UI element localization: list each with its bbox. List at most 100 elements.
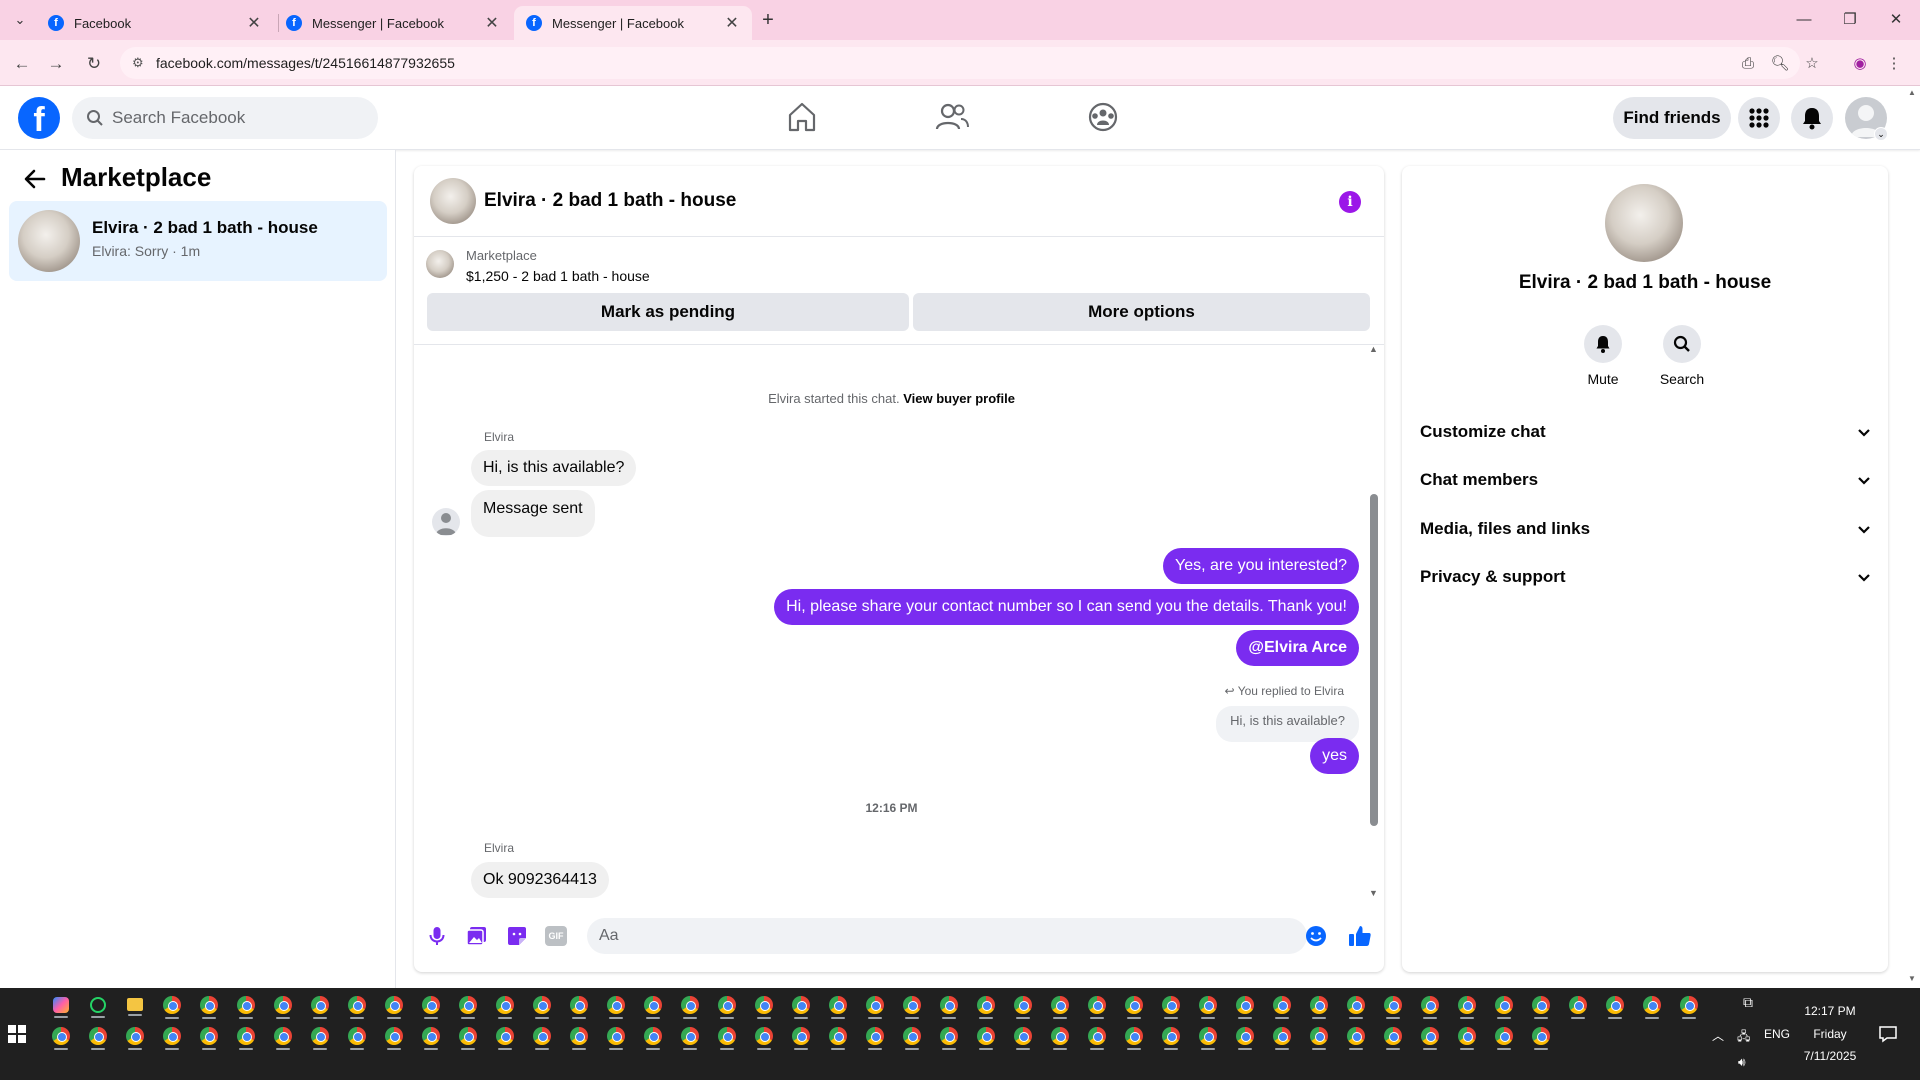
taskbar-chrome-icon[interactable] [1526, 994, 1556, 1020]
taskbar-chrome-icon[interactable] [971, 1025, 1001, 1051]
zoom-icon[interactable]: 🔍︎ [1766, 50, 1794, 78]
taskbar-chrome-icon[interactable] [453, 1025, 483, 1051]
profile-icon[interactable]: ◉ [1846, 50, 1874, 78]
find-friends-button[interactable]: Find friends [1613, 97, 1731, 139]
taskbar-chrome-icon[interactable] [157, 1025, 187, 1051]
taskbar-chrome-icon[interactable] [1156, 994, 1186, 1020]
page-scroll-down-arrow[interactable]: ▼ [1908, 974, 1916, 983]
taskbar-chrome-icon[interactable] [1008, 994, 1038, 1020]
taskbar-chrome-icon[interactable] [1378, 1025, 1408, 1051]
clock-day[interactable]: Friday [1790, 1027, 1870, 1041]
menu-grid-icon[interactable] [1738, 97, 1780, 139]
more-options-button[interactable]: More options [913, 293, 1370, 331]
taskbar-chrome-icon[interactable] [1489, 994, 1519, 1020]
quoted-message[interactable]: Hi, is this available? [1216, 706, 1359, 742]
scroll-down-arrow[interactable]: ▼ [1369, 888, 1378, 898]
taskbar-chrome-icon[interactable] [934, 994, 964, 1020]
taskbar-chrome-icon[interactable] [897, 1025, 927, 1051]
taskbar-chrome-icon[interactable] [1415, 994, 1445, 1020]
reload-icon[interactable]: ↻ [80, 50, 108, 78]
taskbar-chrome-icon[interactable] [305, 1025, 335, 1051]
taskbar-chrome-icon[interactable] [786, 994, 816, 1020]
taskbar-chrome-icon[interactable] [823, 1025, 853, 1051]
search-action[interactable]: Search [1647, 325, 1717, 387]
taskbar-copilot-icon[interactable] [46, 994, 76, 1020]
taskbar-chrome-icon[interactable] [1045, 994, 1075, 1020]
taskbar-chrome-icon[interactable] [527, 994, 557, 1020]
taskbar-chrome-icon[interactable] [564, 1025, 594, 1051]
listing-detail[interactable]: $1,250 - 2 bad 1 bath - house [466, 268, 650, 284]
taskbar-chrome-icon[interactable] [416, 994, 446, 1020]
taskbar-chrome-icon[interactable] [1193, 1025, 1223, 1051]
site-info-icon[interactable]: ⚙ [132, 55, 144, 71]
language-indicator[interactable]: ENG [1764, 1027, 1790, 1041]
sender-avatar[interactable] [432, 508, 460, 536]
taskbar-chrome-icon[interactable] [342, 1025, 372, 1051]
tab-list-button[interactable]: ⌄ [8, 8, 32, 32]
account-chevron-icon[interactable]: ⌄ [1874, 127, 1888, 141]
taskbar-chrome-icon[interactable] [1674, 994, 1704, 1020]
browser-tab-messenger-2[interactable]: f Messenger | Facebook ✕ [514, 6, 752, 40]
taskbar-chrome-icon[interactable] [268, 1025, 298, 1051]
mute-bell-icon[interactable] [1584, 325, 1622, 363]
bookmark-star-icon[interactable]: ☆ [1798, 50, 1826, 78]
taskbar-chrome-icon[interactable] [416, 1025, 446, 1051]
taskbar-chrome-icon[interactable] [897, 994, 927, 1020]
volume-icon[interactable]: 🔊︎ [1738, 1055, 1746, 1070]
taskbar-chrome-icon[interactable] [120, 1025, 150, 1051]
close-tab-icon[interactable]: ✕ [484, 13, 500, 33]
taskbar-chrome-icon[interactable] [1230, 1025, 1260, 1051]
section-media-files-links[interactable]: Media, files and links [1418, 508, 1874, 550]
taskbar-chrome-icon[interactable] [1119, 994, 1149, 1020]
taskbar-chrome-icon[interactable] [712, 994, 742, 1020]
clock-time[interactable]: 12:17 PM [1790, 1004, 1870, 1018]
new-tab-button[interactable]: + [756, 8, 780, 32]
taskbar-chrome-icon[interactable] [786, 1025, 816, 1051]
taskbar-chrome-icon[interactable] [1489, 1025, 1519, 1051]
taskbar-chrome-icon[interactable] [749, 1025, 779, 1051]
taskbar-chrome-icon[interactable] [1156, 1025, 1186, 1051]
taskbar-chrome-icon[interactable] [601, 1025, 631, 1051]
search-facebook-input[interactable]: Search Facebook [72, 97, 378, 139]
section-chat-members[interactable]: Chat members [1418, 459, 1874, 501]
browser-tab-facebook[interactable]: f Facebook ✕ [36, 6, 274, 40]
taskbar-chrome-icon[interactable] [860, 994, 890, 1020]
taskbar-chrome-icon[interactable] [1082, 994, 1112, 1020]
taskbar-chrome-icon[interactable] [453, 994, 483, 1020]
tray-overflow-icon[interactable]: ︿ [1712, 1027, 1724, 1044]
network-icon[interactable]: 🖧︎ [1737, 1027, 1750, 1048]
sticker-icon[interactable] [505, 924, 529, 948]
taskbar-chrome-icon[interactable] [1230, 994, 1260, 1020]
taskbar-chrome-icon[interactable] [1193, 994, 1223, 1020]
taskbar-chrome-icon[interactable] [564, 994, 594, 1020]
windows-start-icon[interactable] [8, 1025, 26, 1043]
scroll-up-arrow[interactable]: ▲ [1369, 344, 1378, 354]
outgoing-mention-message[interactable]: @Elvira Arce [1236, 630, 1359, 666]
message-input[interactable]: Aa [587, 918, 1307, 954]
taskbar-chrome-icon[interactable] [1637, 994, 1667, 1020]
taskbar-chrome-icon[interactable] [490, 994, 520, 1020]
taskbar-chrome-icon[interactable] [1526, 1025, 1556, 1051]
taskbar-chrome-icon[interactable] [268, 994, 298, 1020]
listing-thumbnail[interactable] [426, 250, 454, 278]
taskbar-chrome-icon[interactable] [1045, 1025, 1075, 1051]
taskbar-chrome-icon[interactable] [934, 1025, 964, 1051]
taskbar-whatsapp-icon[interactable] [83, 994, 113, 1020]
forward-icon[interactable]: → [42, 50, 70, 78]
taskbar-chrome-icon[interactable] [1304, 994, 1334, 1020]
back-arrow-icon[interactable] [22, 166, 48, 192]
browser-menu-icon[interactable]: ⋮ [1880, 50, 1908, 78]
close-tab-icon[interactable]: ✕ [246, 13, 262, 33]
close-tab-icon[interactable]: ✕ [724, 13, 740, 33]
taskbar-chrome-icon[interactable] [601, 994, 631, 1020]
taskbar-chrome-icon[interactable] [194, 1025, 224, 1051]
taskbar-chrome-icon[interactable] [1082, 1025, 1112, 1051]
taskbar-chrome-icon[interactable] [971, 994, 1001, 1020]
incoming-message[interactable]: Ok 9092364413 [471, 862, 609, 898]
friends-nav-icon[interactable] [930, 97, 974, 137]
taskbar-chrome-icon[interactable] [527, 1025, 557, 1051]
task-view-icon[interactable]: ⧉ [1738, 994, 1758, 1014]
view-buyer-profile-link[interactable]: View buyer profile [903, 391, 1015, 406]
microphone-icon[interactable] [425, 924, 449, 948]
taskbar-chrome-icon[interactable] [1341, 1025, 1371, 1051]
